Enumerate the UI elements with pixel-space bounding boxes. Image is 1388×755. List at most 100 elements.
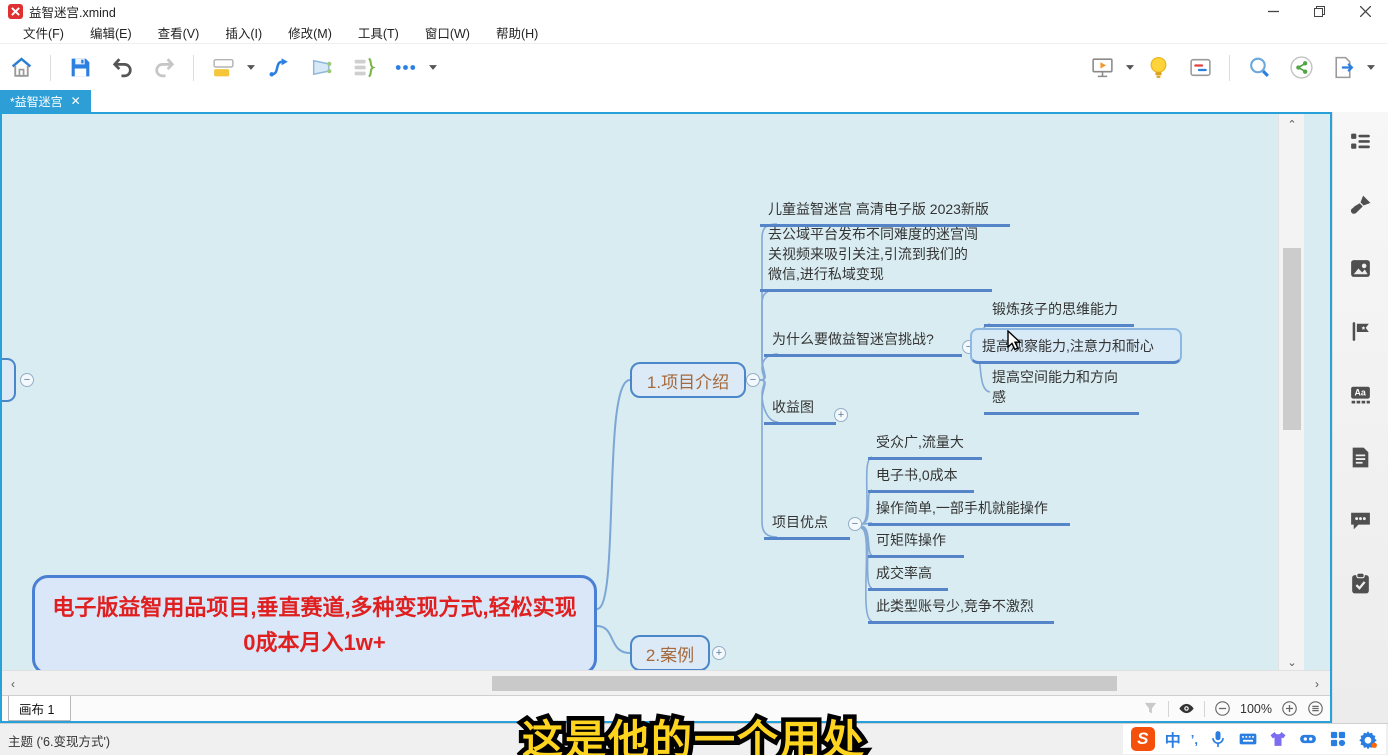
ime-punctuation[interactable]: ’,: [1191, 732, 1198, 747]
node-advantages[interactable]: 项目优点: [764, 509, 850, 540]
xmind-logo-icon: [8, 4, 23, 19]
expand-badge[interactable]: +: [712, 646, 726, 660]
title-bar: 益智迷宫.xmind: [0, 0, 1388, 22]
search-button[interactable]: [1242, 51, 1276, 85]
summary-button[interactable]: [346, 51, 380, 85]
vertical-scrollbar[interactable]: ⌃ ⌄: [1278, 114, 1304, 672]
zoom-out-button[interactable]: [1214, 700, 1231, 717]
root-topic-label: 电子版益智用品项目,垂直赛道,多种变现方式,轻松实现0成本月入1w+: [49, 590, 580, 660]
menu-bar: 文件(F) 编辑(E) 查看(V) 插入(I) 修改(M) 工具(T) 窗口(W…: [0, 22, 1388, 44]
mouse-cursor: [1007, 330, 1025, 352]
scroll-up-arrow[interactable]: ⌃: [1279, 114, 1304, 134]
ime-mode-chinese[interactable]: 中: [1165, 727, 1181, 751]
scroll-right-arrow[interactable]: ›: [1306, 671, 1328, 696]
document-tab[interactable]: *益智迷宫 ✕: [0, 90, 91, 112]
menu-view[interactable]: 查看(V): [145, 21, 213, 44]
emoji-robot-icon[interactable]: [1298, 729, 1318, 749]
node-why[interactable]: 为什么要做益智迷宫挑战?: [764, 326, 962, 357]
share-button[interactable]: [1284, 51, 1318, 85]
node-adv-audience[interactable]: 受众广,流量大: [868, 429, 982, 460]
menu-file[interactable]: 文件(F): [10, 21, 77, 44]
notes-panel-icon[interactable]: [1348, 445, 1373, 470]
scroll-down-arrow[interactable]: ⌄: [1279, 652, 1304, 672]
presentation-button[interactable]: [1085, 51, 1119, 85]
presentation-dropdown[interactable]: [1123, 51, 1137, 85]
root-topic[interactable]: 电子版益智用品项目,垂直赛道,多种变现方式,轻松实现0成本月入1w+: [32, 575, 597, 672]
node-why-thinking[interactable]: 锻炼孩子的思维能力: [984, 296, 1134, 327]
more-tools-dropdown[interactable]: [426, 51, 440, 85]
task-panel-icon[interactable]: [1348, 571, 1373, 596]
menu-edit[interactable]: 编辑(E): [77, 21, 145, 44]
style-panel-button[interactable]: [1183, 51, 1217, 85]
overview-eye-button[interactable]: [1178, 700, 1195, 717]
outline-panel-icon[interactable]: [1348, 130, 1373, 155]
sogou-logo-icon[interactable]: S: [1131, 727, 1155, 751]
font-panel-icon[interactable]: Aa: [1348, 382, 1373, 407]
scroll-left-arrow[interactable]: ‹: [2, 671, 24, 696]
document-tab-bar: *益智迷宫 ✕: [0, 90, 1388, 112]
node-adv-matrix[interactable]: 可矩阵操作: [868, 527, 964, 558]
node-adv-competition[interactable]: 此类型账号少,竞争不激烈: [868, 593, 1054, 624]
save-button[interactable]: [63, 51, 97, 85]
close-button[interactable]: [1342, 0, 1388, 22]
soft-keyboard-icon[interactable]: [1238, 729, 1258, 749]
offscreen-topic-fragment[interactable]: [2, 358, 16, 402]
topic-label: 1.项目介绍: [647, 368, 729, 393]
zoom-controls: 100%: [1142, 696, 1324, 721]
image-panel-icon[interactable]: [1348, 256, 1373, 281]
topic-style-dropdown[interactable]: [244, 51, 258, 85]
topic-project-intro[interactable]: 1.项目介绍: [630, 362, 746, 398]
canvas-sheet-tab[interactable]: 画布 1: [8, 696, 71, 721]
undo-button[interactable]: [105, 51, 139, 85]
restore-button[interactable]: [1296, 0, 1342, 22]
node-why-spatial[interactable]: 提高空间能力和方向感: [984, 364, 1139, 415]
node-why-observe-highlighted[interactable]: 提高观察能力,注意力和耐心: [970, 328, 1182, 364]
home-button[interactable]: [4, 51, 38, 85]
zoom-level: 100%: [1240, 702, 1272, 716]
menu-modify[interactable]: 修改(M): [275, 21, 345, 44]
tab-close-icon[interactable]: ✕: [71, 94, 81, 108]
format-brush-icon[interactable]: [1348, 193, 1373, 218]
toolbar-separator: [1229, 55, 1230, 81]
menu-insert[interactable]: 插入(I): [212, 21, 275, 44]
export-button[interactable]: [1326, 51, 1360, 85]
menu-window[interactable]: 窗口(W): [412, 21, 483, 44]
boundary-button[interactable]: [304, 51, 338, 85]
mindmap-canvas[interactable]: 电子版益智用品项目,垂直赛道,多种变现方式,轻松实现0成本月入1w+ 1.项目介…: [2, 114, 1304, 672]
collapse-badge[interactable]: −: [746, 373, 760, 387]
expand-badge[interactable]: +: [834, 408, 848, 422]
node-adv-zerocost[interactable]: 电子书,0成本: [868, 462, 974, 493]
vertical-scroll-thumb[interactable]: [1283, 248, 1301, 430]
menu-help[interactable]: 帮助(H): [483, 21, 551, 44]
node-adv-conversion[interactable]: 成交率高: [868, 560, 948, 591]
editor-frame: 电子版益智用品项目,垂直赛道,多种变现方式,轻松实现0成本月入1w+ 1.项目介…: [0, 112, 1332, 723]
microphone-icon[interactable]: [1208, 729, 1228, 749]
comments-panel-icon[interactable]: [1348, 508, 1373, 533]
node-adv-easy[interactable]: 操作简单,一部手机就能操作: [868, 495, 1070, 526]
marker-flag-icon[interactable]: [1348, 319, 1373, 344]
ime-settings-gear-icon[interactable]: [1358, 729, 1378, 749]
filter-icon[interactable]: [1142, 700, 1159, 717]
relationship-button[interactable]: [262, 51, 296, 85]
fit-menu-button[interactable]: [1307, 700, 1324, 717]
zoom-in-button[interactable]: [1281, 700, 1298, 717]
export-dropdown[interactable]: [1364, 51, 1378, 85]
menu-tools[interactable]: 工具(T): [345, 21, 412, 44]
document-tab-label: *益智迷宫: [10, 93, 63, 110]
node-income[interactable]: 收益图: [764, 394, 836, 425]
collapse-badge[interactable]: −: [20, 373, 34, 387]
skin-icon[interactable]: [1268, 729, 1288, 749]
separator: [1168, 701, 1169, 717]
node-strategy[interactable]: 去公域平台发布不同难度的迷宫闯 关视频来吸引关注,引流到我们的 微信,进行私域变…: [760, 221, 992, 292]
topic-style-button[interactable]: [206, 51, 240, 85]
horizontal-scrollbar[interactable]: ‹ ›: [2, 670, 1330, 695]
topic-label: 2.案例: [646, 641, 694, 666]
redo-button[interactable]: [147, 51, 181, 85]
toolbox-grid-icon[interactable]: [1328, 729, 1348, 749]
idea-lightbulb-button[interactable]: [1141, 51, 1175, 85]
collapse-badge[interactable]: −: [848, 517, 862, 531]
more-tools-button[interactable]: [388, 51, 422, 85]
topic-case[interactable]: 2.案例: [630, 635, 710, 671]
horizontal-scroll-thumb[interactable]: [492, 676, 1117, 691]
minimize-button[interactable]: [1250, 0, 1296, 22]
